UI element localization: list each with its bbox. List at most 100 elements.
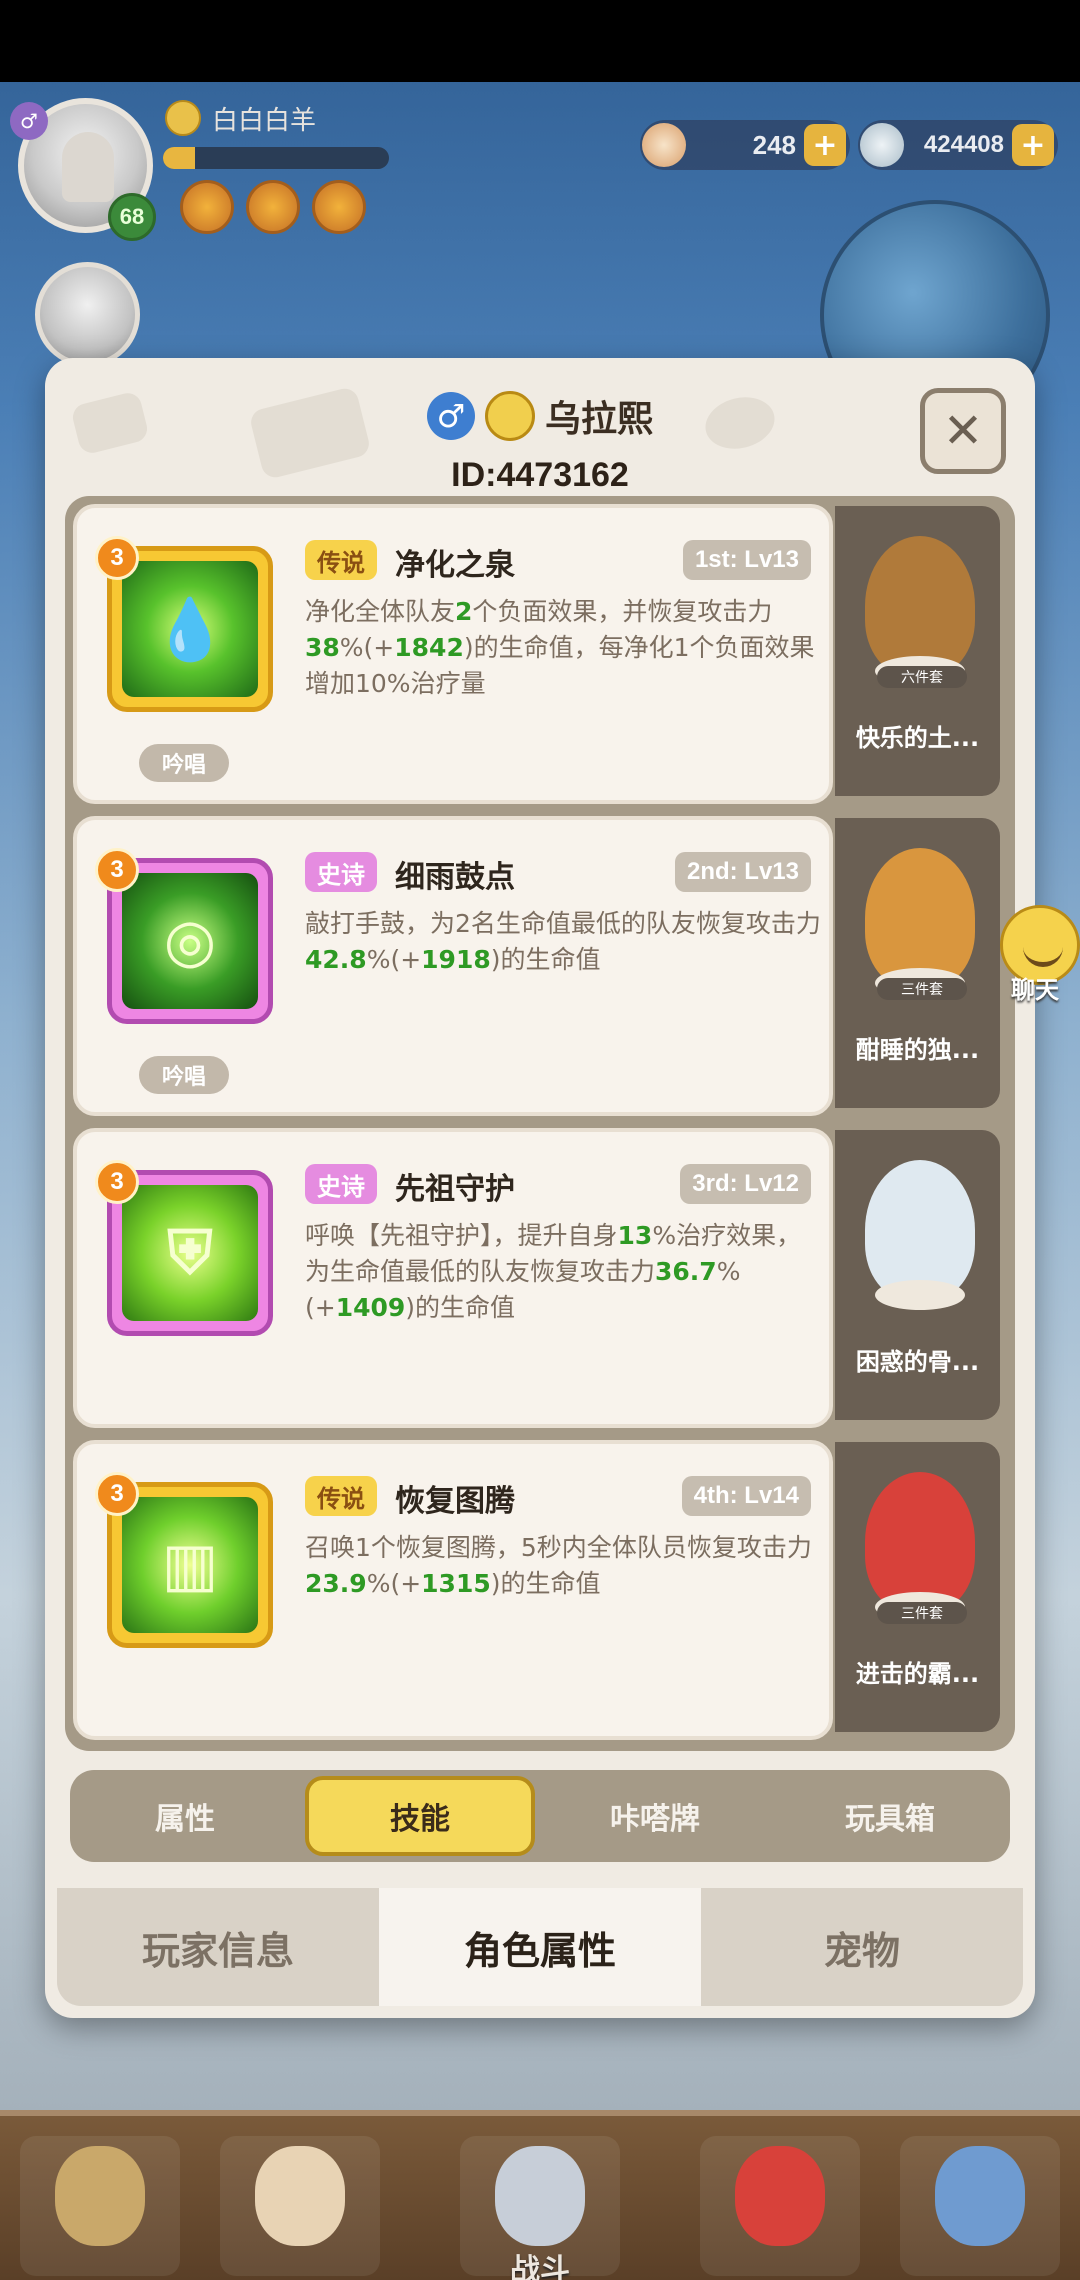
- desc-highlight: 13: [617, 1221, 653, 1250]
- rarity-tag: 传说: [305, 540, 377, 580]
- rarity-tag: 传说: [305, 1476, 377, 1516]
- desc-text: 个负面效果，并恢复攻击力: [472, 597, 773, 626]
- skill-card[interactable]: ⛨ 3 史诗 先祖守护 3rd: Lv12 呼唤【先祖守护】，提升自身13%治疗…: [73, 1128, 833, 1428]
- nav-character-button[interactable]: [220, 2136, 380, 2276]
- rank-badge: 3: [95, 1472, 139, 1516]
- desc-text: 敲打手鼓，为2名生命值最低的队友恢复攻击力: [305, 909, 821, 938]
- pet-card[interactable]: 六件套 快乐的土...: [835, 506, 1000, 796]
- pet-name: 快乐的土...: [855, 724, 980, 752]
- skill-icon-inner: ⛨: [122, 1185, 258, 1321]
- desc-text: 召唤1个恢复图腾，5秒内全体队员恢复攻击力: [305, 1533, 812, 1562]
- rank-badge: 3: [95, 1160, 139, 1204]
- hero-icon: [55, 2146, 145, 2246]
- tab-player-info[interactable]: 玩家信息: [57, 1888, 379, 2006]
- skill-icon-inner: ◎: [122, 873, 258, 1009]
- pearl-amount: 424408: [923, 131, 1004, 158]
- player-name: 白白白羊: [212, 105, 317, 135]
- skill-level: 1st: Lv13: [682, 540, 811, 580]
- desc-highlight: 2: [455, 597, 473, 626]
- pearl-shell-icon: [860, 123, 904, 167]
- desc-highlight: 23.9: [305, 1569, 367, 1598]
- desc-text: %(+: [366, 1569, 422, 1598]
- pet-figure: [865, 536, 975, 676]
- pet-figure: [865, 848, 975, 988]
- status-bar: [0, 0, 1080, 82]
- nav-shop-button[interactable]: [900, 2136, 1060, 2276]
- exp-bar-fill: [163, 147, 195, 169]
- skill-name: 细雨鼓点: [395, 860, 515, 895]
- sword-icon: [495, 2146, 585, 2246]
- desc-text: )的生命值: [490, 945, 601, 974]
- desc-highlight: 1918: [421, 945, 491, 974]
- skill-card[interactable]: 💧 3 吟唱 传说 净化之泉 1st: Lv13 净化全体队友2个负面效果，并恢…: [73, 504, 833, 804]
- exp-bar: [163, 147, 389, 169]
- tab-character-attributes[interactable]: 角色属性: [379, 1888, 701, 2006]
- male-icon: ♂: [426, 392, 475, 440]
- chant-tag: 吟唱: [139, 1056, 229, 1094]
- emote-icon: [165, 100, 201, 136]
- pet-card[interactable]: 三件套 酣睡的独...: [835, 818, 1000, 1108]
- tab-attributes[interactable]: 属性: [70, 1770, 300, 1862]
- desc-highlight: 1315: [421, 1569, 491, 1598]
- close-button[interactable]: ✕: [920, 388, 1006, 474]
- nav-hero-button[interactable]: [20, 2136, 180, 2276]
- sub-tab-bar: 属性 技能 咔嗒牌 玩具箱: [70, 1770, 1010, 1862]
- desc-text: %(+: [366, 945, 422, 974]
- emote-icon: [484, 391, 535, 441]
- compass-icon[interactable]: [312, 180, 366, 234]
- character-name: 乌拉熙: [544, 399, 653, 440]
- gender-icon: ♂: [10, 102, 48, 140]
- desc-text: )的生命值: [405, 1293, 516, 1322]
- pet-set-label: 六件套: [877, 666, 967, 688]
- desc-highlight: 38: [305, 633, 340, 662]
- totem-pole-icon: ▥: [161, 1530, 219, 1600]
- skill-level: 3rd: Lv12: [680, 1164, 811, 1204]
- battle-label: 战斗: [510, 2253, 570, 2280]
- pet-card[interactable]: 困惑的骨...: [835, 1130, 1000, 1420]
- pet-name: 困惑的骨...: [855, 1348, 980, 1376]
- desc-text: 净化全体队友: [305, 597, 456, 626]
- rank-badge: 3: [95, 536, 139, 580]
- desc-text: )的生命值: [490, 1569, 601, 1598]
- tab-pets[interactable]: 宠物: [701, 1888, 1023, 2006]
- skill-description: 呼唤【先祖守护】，提升自身13%治疗效果，为生命值最低的队友恢复攻击力36.7%…: [305, 1218, 825, 1326]
- shell-amount: 248: [752, 129, 796, 160]
- chant-tag: 吟唱: [139, 744, 229, 782]
- pearl-currency: 424408 +: [858, 120, 1058, 170]
- skill-description: 净化全体队友2个负面效果，并恢复攻击力38%(+1842)的生命值，每净化1个负…: [305, 594, 825, 702]
- add-shell-button[interactable]: +: [804, 124, 846, 166]
- skill-name: 净化之泉: [395, 548, 515, 583]
- pet-name: 酣睡的独...: [855, 1036, 980, 1064]
- main-tab-bar: 玩家信息 角色属性 宠物: [57, 1888, 1023, 2006]
- tab-toybox[interactable]: 玩具箱: [775, 1770, 1005, 1862]
- skill-level: 4th: Lv14: [681, 1476, 811, 1516]
- skill-name: 恢复图腾: [395, 1484, 515, 1519]
- power-icon[interactable]: [246, 180, 300, 234]
- skill-icon-inner: 💧: [122, 561, 258, 697]
- pet-icon: [735, 2146, 825, 2246]
- tab-cards[interactable]: 咔嗒牌: [540, 1770, 770, 1862]
- skill-card[interactable]: ◎ 3 吟唱 史诗 细雨鼓点 2nd: Lv13 敲打手鼓，为2名生命值最低的队…: [73, 816, 833, 1116]
- tab-skills[interactable]: 技能: [305, 1776, 535, 1856]
- pet-ball-icon[interactable]: [180, 180, 234, 234]
- nav-pet-button[interactable]: [700, 2136, 860, 2276]
- skill-level: 2nd: Lv13: [674, 852, 811, 892]
- pet-pedestal: [875, 1280, 965, 1310]
- chat-label[interactable]: 聊天: [990, 970, 1080, 1005]
- skill-card[interactable]: ▥ 3 传说 恢复图腾 4th: Lv14 召唤1个恢复图腾，5秒内全体队员恢复…: [73, 1440, 833, 1740]
- teammate-avatar[interactable]: [35, 262, 140, 367]
- rarity-tag: 史诗: [305, 1164, 377, 1204]
- shop-icon: [935, 2146, 1025, 2246]
- rank-badge: 3: [95, 848, 139, 892]
- skill-description: 敲打手鼓，为2名生命值最低的队友恢复攻击力 42.8%(+1918)的生命值: [305, 906, 825, 978]
- skill-icon-inner: ▥: [122, 1497, 258, 1633]
- shell-currency: 248 +: [640, 120, 850, 170]
- character-id: ID:4473162: [451, 456, 629, 494]
- pet-set-label: 三件套: [877, 1602, 967, 1624]
- skills-panel: 💧 3 吟唱 传说 净化之泉 1st: Lv13 净化全体队友2个负面效果，并恢…: [65, 496, 1015, 1751]
- add-pearl-button[interactable]: +: [1012, 124, 1054, 166]
- pet-card[interactable]: 三件套 进击的霸...: [835, 1442, 1000, 1732]
- skill-name: 先祖守护: [395, 1172, 515, 1207]
- rarity-tag: 史诗: [305, 852, 377, 892]
- pet-figure: [865, 1472, 975, 1612]
